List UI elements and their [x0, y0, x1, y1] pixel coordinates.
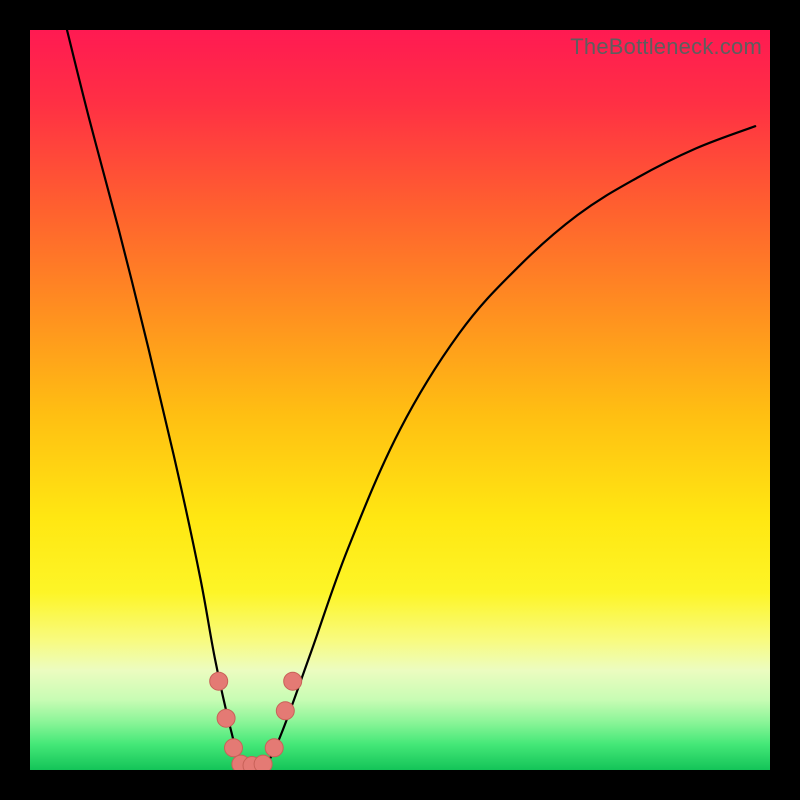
watermark-text: TheBottleneck.com	[570, 34, 762, 60]
curve-marker	[254, 755, 272, 770]
curve-marker	[276, 702, 294, 720]
curve-marker	[217, 709, 235, 727]
bottleneck-curve	[67, 30, 755, 767]
outer-frame: TheBottleneck.com	[0, 0, 800, 800]
plot-area: TheBottleneck.com	[30, 30, 770, 770]
curve-marker	[284, 672, 302, 690]
curve-marker	[265, 739, 283, 757]
curve-marker	[210, 672, 228, 690]
marker-group	[210, 672, 302, 770]
curve-marker	[225, 739, 243, 757]
chart-svg	[30, 30, 770, 770]
